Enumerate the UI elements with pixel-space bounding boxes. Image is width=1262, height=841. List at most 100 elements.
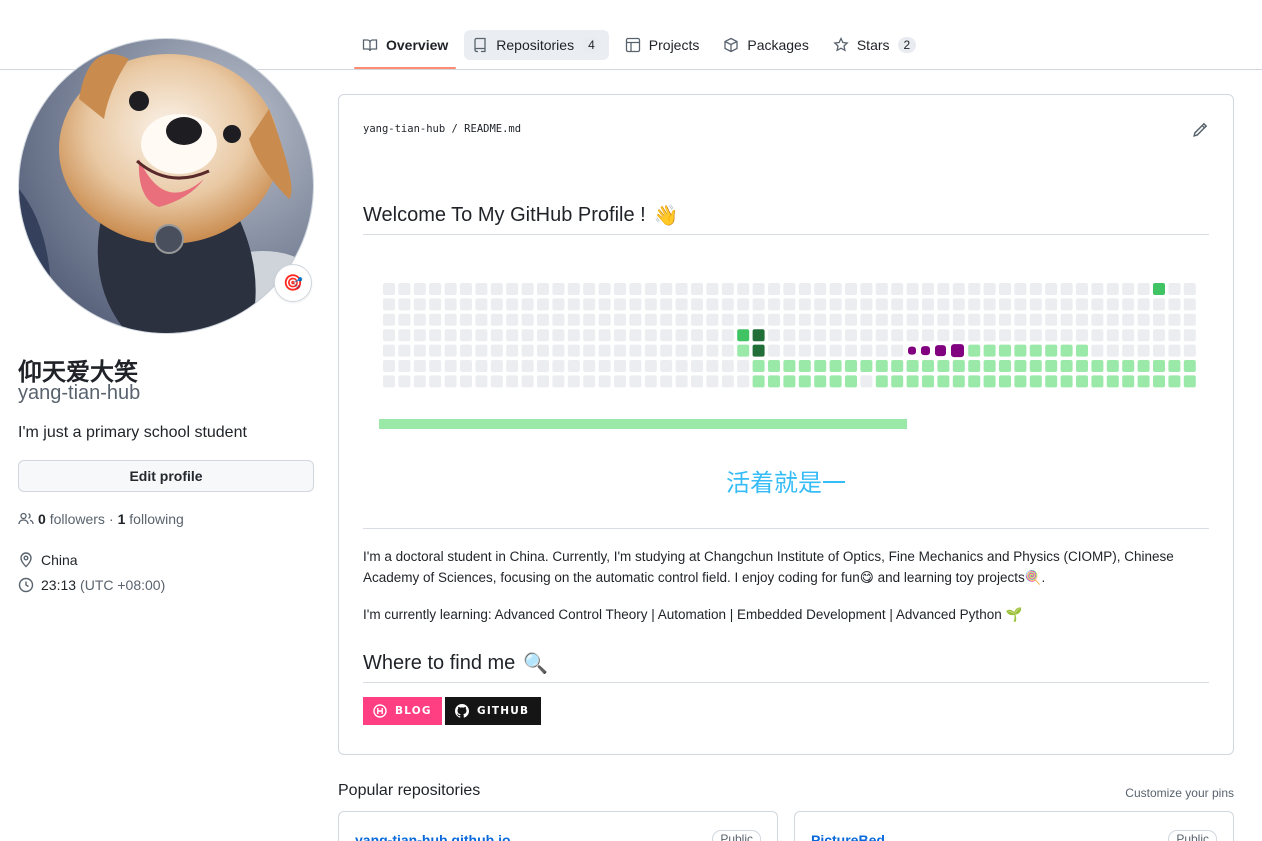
- contribution-cell: [1122, 283, 1135, 295]
- repo-name-link[interactable]: yang-tian-hub.github.io: [355, 832, 511, 841]
- contribution-cell: [490, 329, 503, 342]
- contribution-cell: [537, 344, 549, 357]
- contribution-cell: [721, 360, 734, 372]
- contribution-cell: [1029, 313, 1042, 326]
- contribution-cell: [398, 375, 411, 388]
- contribution-cell: [475, 329, 488, 342]
- contribution-cell: [1091, 360, 1104, 372]
- contribution-cell: [1122, 329, 1135, 342]
- contribution-cell: [906, 298, 919, 311]
- contribution-cell: [891, 283, 904, 295]
- blog-badge[interactable]: BLOG: [363, 697, 442, 725]
- contribution-cell: [1168, 298, 1181, 311]
- contribution-cell: [768, 360, 780, 372]
- contribution-cell: [614, 283, 626, 295]
- contribution-cell: [906, 283, 919, 295]
- contribution-cell: [983, 283, 996, 295]
- contribution-cell: [644, 329, 657, 342]
- contribution-cell: [798, 329, 811, 342]
- contribution-cell: [691, 344, 703, 357]
- edit-profile-button[interactable]: Edit profile: [18, 460, 314, 492]
- contribution-cell: [737, 283, 750, 295]
- contribution-cell: [952, 375, 965, 388]
- contribution-cell: [629, 313, 642, 326]
- contribution-cell: [952, 283, 965, 295]
- contribution-cell: [1060, 344, 1073, 357]
- popular-repositories-title: Popular repositories: [338, 782, 481, 799]
- contribution-cell: [968, 283, 981, 295]
- tab-packages[interactable]: Packages: [715, 30, 816, 60]
- profile-bio: I'm just a primary school student: [18, 424, 247, 441]
- contribution-cell: [521, 283, 534, 295]
- readme-owner-link[interactable]: yang-tian-hub: [363, 123, 445, 135]
- contribution-cell: [814, 283, 827, 295]
- contribution-cell: [783, 283, 796, 295]
- contribution-cell: [999, 344, 1011, 357]
- contribution-cell: [706, 313, 719, 326]
- contribution-cell: [1060, 298, 1073, 311]
- contribution-cell: [783, 313, 796, 326]
- contribution-cell: [875, 313, 888, 326]
- contribution-cell: [706, 298, 719, 311]
- contribution-cell: [1122, 313, 1135, 326]
- contribution-cell: [968, 375, 981, 388]
- contribution-cell: [521, 344, 534, 357]
- location-text: China: [41, 552, 78, 568]
- contribution-cell: [937, 283, 950, 295]
- tab-projects[interactable]: Projects: [617, 30, 708, 60]
- tab-repositories[interactable]: Repositories 4: [464, 30, 609, 60]
- contribution-cell: [490, 375, 503, 388]
- contribution-cell: [675, 329, 688, 342]
- contribution-cell: [552, 344, 565, 357]
- tab-overview[interactable]: Overview: [354, 30, 457, 69]
- pencil-icon[interactable]: [1191, 121, 1209, 139]
- contribution-cell: [845, 360, 857, 372]
- contribution-cell: [1106, 344, 1119, 357]
- github-badge[interactable]: GITHUB: [445, 697, 541, 725]
- tab-stars[interactable]: Stars 2: [825, 30, 924, 60]
- following-link[interactable]: 1 following: [118, 511, 184, 527]
- contribution-cell: [1183, 344, 1196, 357]
- contribution-cell: [460, 360, 472, 372]
- contribution-cell: [1168, 283, 1181, 295]
- contribution-cell: [1106, 283, 1119, 295]
- repo-icon: [474, 37, 486, 53]
- repositories-count: 4: [582, 37, 601, 53]
- set-status-button[interactable]: 🎯: [274, 264, 312, 302]
- contribution-cell: [1091, 375, 1104, 388]
- contribution-cell: [968, 360, 981, 372]
- contribution-cell: [922, 375, 934, 388]
- avatar-dog-image: [19, 39, 313, 333]
- contribution-cell: [629, 344, 642, 357]
- contribution-cell: [1014, 313, 1027, 326]
- contribution-cell: [1014, 360, 1027, 372]
- contribution-cell: [521, 375, 534, 388]
- profile-readme-card: yang-tian-hub / README.md Welcome To My …: [338, 94, 1234, 755]
- contribution-cell: [783, 329, 796, 342]
- contribution-cell: [752, 283, 765, 295]
- contribution-cell: [1060, 329, 1073, 342]
- contribution-cell: [798, 298, 811, 311]
- contribution-cell: [383, 298, 395, 311]
- contribution-cell: [444, 313, 457, 326]
- contribution-cell: [1014, 329, 1027, 342]
- contribution-cell: [968, 344, 981, 357]
- contribution-cell: [444, 298, 457, 311]
- contribution-cell: [952, 329, 965, 342]
- customize-pins-link[interactable]: Customize your pins: [1125, 786, 1234, 800]
- contribution-cell: [875, 360, 888, 372]
- repo-name-link[interactable]: PictureBed: [811, 832, 885, 841]
- contribution-cell: [429, 298, 442, 311]
- contribution-cell: [983, 344, 996, 357]
- contribution-cell: [1137, 360, 1150, 372]
- tab-label: Projects: [648, 37, 700, 53]
- contribution-cell: [660, 375, 673, 388]
- avatar[interactable]: [18, 38, 314, 334]
- contribution-cell: [567, 313, 580, 326]
- readme-file-link[interactable]: README.md: [464, 123, 521, 135]
- contribution-cell: [1137, 329, 1150, 342]
- followers-link[interactable]: 0 followers: [38, 511, 105, 527]
- contribution-cell: [1183, 283, 1196, 295]
- contribution-cell: [537, 375, 549, 388]
- contribution-cell: [721, 313, 734, 326]
